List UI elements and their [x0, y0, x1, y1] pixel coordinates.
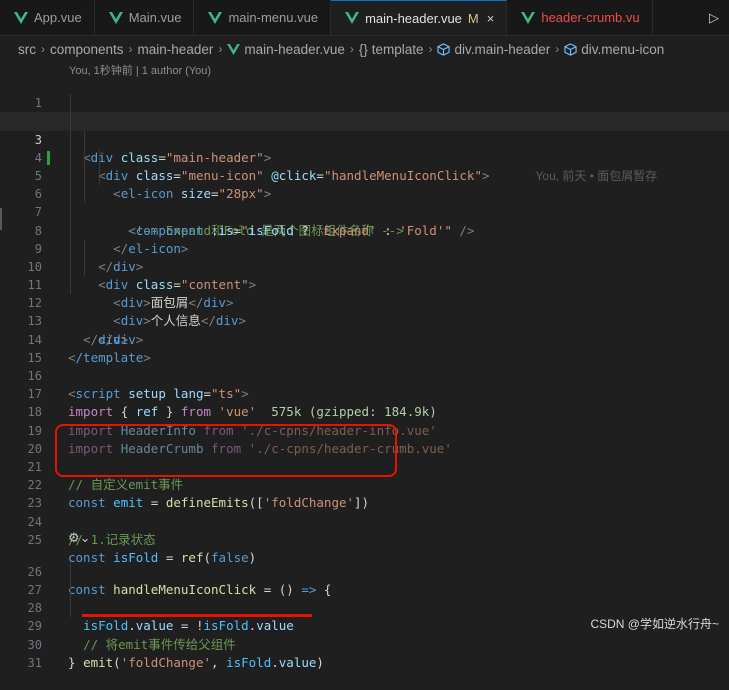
code-line: 18 import HeaderInfo from './c-cpns/head…	[0, 385, 729, 437]
tab-label: App.vue	[34, 10, 82, 25]
breadcrumb-components[interactable]: components	[50, 42, 124, 57]
chevron-right-icon: ›	[41, 42, 45, 56]
chevron-right-icon: ›	[218, 42, 223, 56]
breadcrumb-template[interactable]: {} template	[359, 42, 424, 57]
vue-icon	[521, 11, 536, 24]
code-line: 26 const handleMenuIconClick = () => {	[0, 545, 729, 597]
code-line: 1 <template>	[0, 76, 729, 128]
line-number: 31	[27, 655, 42, 670]
codelens-row: ⚙︎⌄	[0, 530, 729, 546]
tab-label: main-header.vue	[365, 10, 462, 26]
breadcrumb: src › components › main-header › main-he…	[0, 36, 729, 62]
vue-icon	[208, 11, 223, 24]
code-line-current: 3 <div class="menu-icon" @click="handleM…	[0, 112, 729, 183]
annotation-underline	[82, 614, 312, 617]
tab-main-menu-vue[interactable]: main-menu.vue	[194, 0, 332, 35]
code-line: 11 <div>个人信息</div>	[0, 257, 729, 328]
code-line: 5 <!-- Expand和Fold 是两个图标组件名称 -->	[0, 148, 729, 238]
code-line: 19 import HeaderCrumb from './c-cpns/hea…	[0, 403, 729, 456]
tab-actions: ▷	[653, 0, 729, 35]
tab-app-vue[interactable]: App.vue	[0, 0, 95, 35]
vue-icon	[108, 11, 123, 24]
code-editor[interactable]: 1 <template> 2 <div class="main-header">…	[0, 76, 729, 670]
code-line: 24 // 1.记录状态	[0, 494, 729, 547]
chevron-right-icon: ›	[128, 42, 133, 56]
editor-tab-bar: App.vue Main.vue main-menu.vue main-head…	[0, 0, 729, 36]
code-line: 4 <el-icon size="28px">	[0, 130, 729, 201]
tab-main-header-vue[interactable]: main-header.vue M ×	[331, 0, 508, 35]
code-line: 9 <div class="content">	[0, 221, 729, 292]
tab-label: Main.vue	[128, 10, 182, 25]
code-line: 8 </div>	[0, 203, 729, 274]
breadcrumb-src[interactable]: src	[18, 42, 36, 57]
vue-icon	[227, 43, 241, 55]
code-line: 6 <component :is="isFold ? 'Expand' : 'F…	[0, 166, 729, 238]
code-line: 2 <div class="main-header">	[0, 94, 729, 165]
run-icon[interactable]: ▷	[709, 10, 719, 26]
cube-icon	[564, 42, 577, 56]
chevron-right-icon: ›	[555, 42, 560, 56]
code-line: 14 </template>	[0, 312, 729, 365]
watermark: CSDN @学如逆水行舟~	[590, 617, 719, 631]
vue-icon	[14, 11, 28, 24]
tab-label: main-menu.vue	[228, 10, 319, 25]
chevron-right-icon: ›	[428, 42, 433, 56]
code-line: 12 </div>	[0, 276, 729, 347]
tab-header-crumb-vue[interactable]: header-crumb.vu	[507, 0, 653, 35]
breadcrumb-div-main-header[interactable]: div.main-header	[454, 42, 550, 57]
code-line: 10 <div>面包屑</div>	[0, 239, 729, 310]
code-line: 31	[0, 636, 729, 670]
code-line: 7 </el-icon>	[0, 185, 729, 256]
breadcrumb-file[interactable]: main-header.vue	[244, 42, 345, 57]
cube-icon	[437, 42, 451, 56]
tab-label: header-crumb.vu	[541, 10, 640, 25]
breadcrumb-div-menu-icon[interactable]: div.menu-icon	[581, 42, 664, 57]
code-line: 23	[0, 476, 729, 510]
code-line: 13 </div>	[0, 294, 729, 346]
codelens-gear-icon[interactable]: ⚙︎⌄	[68, 530, 91, 546]
vue-icon	[345, 12, 360, 24]
breadcrumb-main-header-folder[interactable]: main-header	[138, 42, 214, 57]
tab-main-vue[interactable]: Main.vue	[95, 0, 195, 35]
git-modified-marker	[47, 150, 50, 165]
code-line: 28 // 将emit事件传给父组件	[0, 581, 729, 652]
code-line: 27 isFold.value = !isFold.value	[0, 562, 729, 633]
modified-indicator: M	[467, 10, 479, 26]
chevron-right-icon: ›	[349, 42, 354, 56]
annotation-highlight-box	[55, 424, 397, 477]
close-icon[interactable]: ×	[487, 11, 495, 26]
code-line: 25 const isFold = ref(false)	[0, 513, 729, 565]
code-line: 16 <script setup lang="ts">	[0, 349, 729, 401]
code-line: 17 import { ref } from 'vue' 575k (gzipp…	[0, 367, 729, 419]
code-line: 15	[0, 331, 729, 365]
